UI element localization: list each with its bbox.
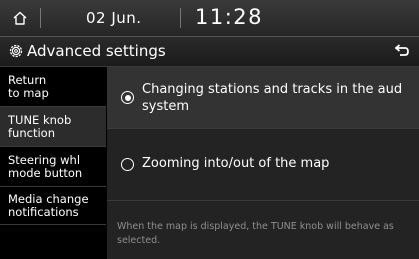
help-note: When the map is displayed, the TUNE knob… [117, 221, 394, 246]
sidebar-item-label: TUNE knob function [8, 112, 72, 140]
clock-display: 11:28 [195, 5, 264, 29]
page-title: Advanced settings [27, 42, 166, 60]
sidebar-item-media-change-notifications[interactable]: Media change notifications [0, 187, 106, 225]
settings-content: Changing stations and tracks in the aud … [107, 67, 419, 259]
back-arrow-icon [394, 44, 409, 56]
sidebar-item-label: Return to map [8, 72, 49, 100]
option-label: Zooming into/out of the map [142, 156, 330, 171]
option-divider [107, 200, 419, 201]
option-label: Changing stations and tracks in the aud [142, 82, 403, 97]
radio-button[interactable] [121, 158, 134, 171]
settings-sidebar: Return to map TUNE knob function Steerin… [0, 67, 106, 259]
sidebar-item-steering-whl-mode-button[interactable]: Steering whl mode button [0, 147, 106, 187]
gear-icon [9, 44, 23, 58]
status-divider [180, 8, 181, 28]
status-divider [40, 8, 41, 28]
option-changing-stations-tracks[interactable]: Changing stations and tracks in the aud … [107, 67, 419, 128]
status-bar: 02 Jun. 11:28 [0, 0, 419, 37]
sidebar-item-label: Steering whl mode button [8, 152, 83, 180]
option-zooming-map[interactable]: Zooming into/out of the map [107, 129, 419, 199]
radio-button-selected[interactable] [121, 91, 134, 104]
sidebar-item-tune-knob-function[interactable]: TUNE knob function [0, 107, 106, 147]
home-icon [13, 11, 27, 25]
back-button[interactable] [389, 39, 415, 63]
sidebar-item-label: Media change notifications [8, 191, 89, 219]
option-label-line2: system [142, 99, 189, 114]
date-display: 02 Jun. [86, 9, 142, 27]
home-button[interactable] [0, 0, 40, 36]
title-bar: Advanced settings [0, 37, 419, 67]
sidebar-item-return-to-map[interactable]: Return to map [0, 67, 106, 107]
